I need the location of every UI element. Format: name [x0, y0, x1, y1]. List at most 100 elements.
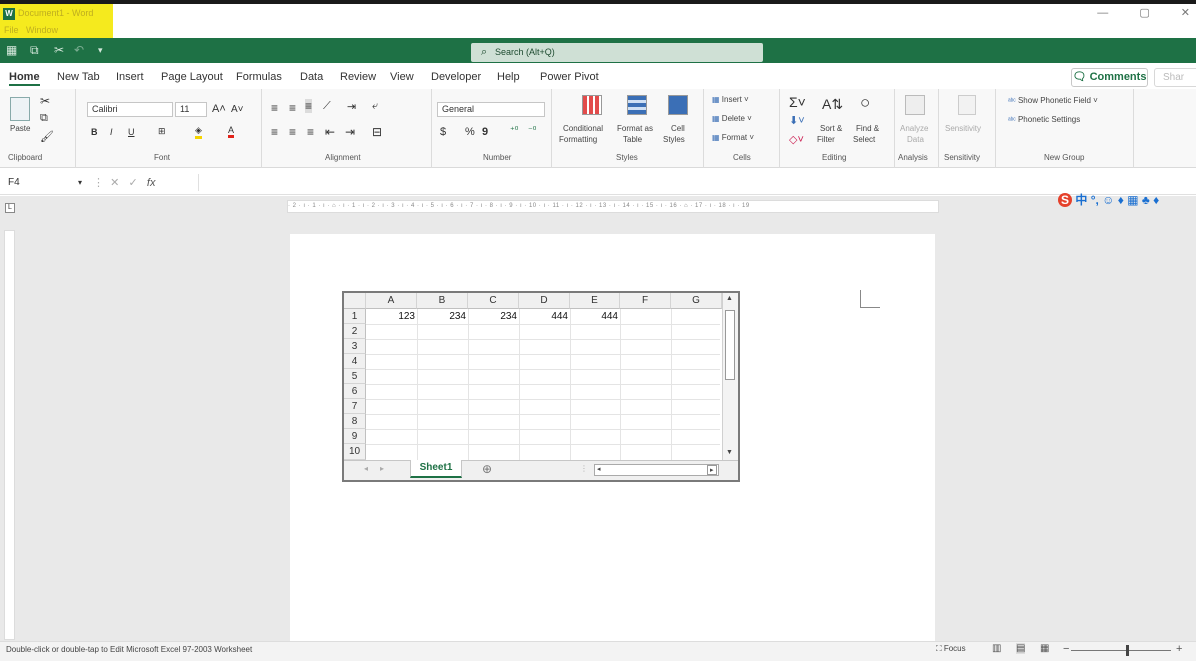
vertical-scroll-thumb[interactable] — [725, 310, 735, 380]
sensitivity-icon[interactable] — [958, 95, 976, 115]
customize-qat-icon[interactable]: ▾ — [98, 45, 103, 56]
select-all-corner[interactable] — [344, 293, 366, 309]
fill-icon[interactable]: ⬇˅ — [789, 114, 805, 127]
comments-button[interactable]: 🗨 Comments — [1071, 68, 1148, 87]
merge-center-icon[interactable]: ⊟ — [372, 125, 382, 139]
sheet-tab-sheet1[interactable]: Sheet1 — [410, 460, 462, 478]
grow-font-icon[interactable]: A˄ — [212, 103, 226, 115]
wrap-text-icon[interactable]: ⤶ — [372, 100, 378, 113]
tab-review[interactable]: Review — [340, 71, 376, 83]
add-sheet-button[interactable]: ⊕ — [482, 462, 492, 476]
bold-button[interactable]: B — [91, 127, 98, 137]
row-header[interactable]: 6 — [344, 384, 366, 399]
font-size-combo[interactable]: 11 — [175, 102, 207, 117]
increase-indent-icon[interactable]: ⇥ — [345, 125, 355, 139]
tab-insert[interactable]: Insert — [116, 71, 144, 83]
search-box[interactable]: ⌕ Search (Alt+Q) — [471, 43, 763, 62]
comma-button[interactable]: 9 — [482, 126, 488, 138]
column-header-c[interactable]: C — [468, 293, 519, 309]
sort-label-2[interactable]: Filter — [817, 135, 835, 144]
insert-cells-button[interactable]: ▦ Insert ˅ — [712, 95, 749, 104]
paste-button-label[interactable]: Paste — [10, 124, 30, 133]
column-header-d[interactable]: D — [519, 293, 570, 309]
embedded-excel-worksheet[interactable]: A B C D E F G 1 2 3 4 5 6 7 8 9 10 123 2… — [342, 291, 740, 482]
column-header-a[interactable]: A — [366, 293, 417, 309]
decrease-indent-icon[interactable]: ⇤ — [325, 125, 335, 139]
indent-icon[interactable]: ⇥ — [347, 100, 356, 113]
menu-window[interactable]: Window — [26, 25, 58, 35]
word-app-icon[interactable]: W — [3, 8, 15, 20]
row-header[interactable]: 8 — [344, 414, 366, 429]
align-right-icon[interactable]: ≡ — [307, 125, 314, 139]
currency-button[interactable]: $ — [440, 126, 446, 138]
cell-styles-label-1[interactable]: Cell — [671, 124, 685, 133]
zoom-slider-thumb[interactable] — [1126, 645, 1129, 656]
increase-decimal-icon[interactable]: ⁺⁰ — [510, 125, 518, 136]
conditional-formatting-label-2[interactable]: Formatting — [559, 135, 597, 144]
maximize-icon[interactable]: ▢ — [1139, 7, 1149, 19]
print-layout-icon[interactable]: ▤ — [1016, 643, 1026, 654]
copy-icon-ribbon[interactable]: ⧉ — [40, 112, 48, 125]
paste-clipboard-icon[interactable] — [10, 97, 30, 121]
row-header[interactable]: 7 — [344, 399, 366, 414]
align-left-icon[interactable]: ≡ — [271, 125, 278, 139]
tab-formulas[interactable]: Formulas — [236, 71, 282, 83]
zoom-out-button[interactable]: − — [1063, 643, 1069, 655]
show-phonetic-field-button[interactable]: ᵃᵇᶜ Show Phonetic Field ˅ — [1008, 96, 1098, 105]
cancel-icon[interactable]: ✕ — [110, 177, 119, 189]
font-color-icon[interactable]: A — [228, 125, 235, 138]
row-header[interactable]: 9 — [344, 429, 366, 444]
focus-button[interactable]: ⛶ Focus — [936, 644, 966, 654]
cell-e1[interactable]: 444 — [570, 311, 618, 322]
sheet-nav-prev-icon[interactable]: ◂ — [364, 464, 368, 473]
align-center-icon[interactable]: ≡ — [289, 125, 296, 139]
tab-help[interactable]: Help — [497, 71, 520, 83]
cell-styles-icon[interactable] — [668, 95, 688, 115]
cell-b1[interactable]: 234 — [417, 311, 466, 322]
column-header-g[interactable]: G — [671, 293, 722, 309]
row-header[interactable]: 1 — [344, 309, 366, 324]
align-top-icon[interactable]: ≡ — [271, 101, 278, 115]
minimize-icon[interactable]: — — [1097, 7, 1108, 19]
phonetic-settings-button[interactable]: ᵃᵇᶜ Phonetic Settings — [1008, 115, 1080, 124]
shrink-font-icon[interactable]: A˅ — [231, 104, 244, 115]
format-cells-button[interactable]: ▦ Format ˅ — [712, 133, 754, 142]
web-layout-icon[interactable]: ▦ — [1040, 643, 1049, 654]
name-box[interactable]: F4 ▾ — [4, 174, 92, 191]
autosave-icon[interactable]: ▦ — [6, 43, 17, 57]
tab-new-tab[interactable]: New Tab — [57, 71, 100, 83]
format-table-label-2[interactable]: Table — [623, 135, 642, 144]
tab-power-pivot[interactable]: Power Pivot — [540, 71, 599, 83]
insert-function-button[interactable]: fx — [147, 177, 156, 189]
format-as-table-icon[interactable] — [627, 95, 647, 115]
clear-icon[interactable]: ◇˅ — [789, 133, 804, 146]
share-button[interactable]: Shar — [1154, 68, 1196, 87]
formula-input[interactable] — [198, 174, 1194, 191]
find-select-icon[interactable]: ○ — [860, 93, 870, 113]
analyze-label-2[interactable]: Data — [907, 135, 924, 144]
row-header[interactable]: 2 — [344, 324, 366, 339]
analyze-label-1[interactable]: Analyze — [900, 124, 928, 133]
scroll-down-icon[interactable]: ▼ — [726, 449, 733, 456]
horizontal-ruler[interactable]: · 2 · ı · 1 · ı · ⌂ · ı · 1 · ı · 2 · ı … — [287, 200, 939, 213]
format-painter-icon[interactable]: 🖌 — [40, 130, 54, 143]
tab-data[interactable]: Data — [300, 71, 323, 83]
cell-a1[interactable]: 123 — [366, 311, 415, 322]
analyze-data-icon[interactable] — [905, 95, 925, 115]
find-label-1[interactable]: Find & — [856, 124, 879, 133]
conditional-formatting-label-1[interactable]: Conditional — [563, 124, 603, 133]
format-table-label-1[interactable]: Format as — [617, 124, 653, 133]
zoom-in-button[interactable]: + — [1176, 643, 1182, 655]
tab-split-handle[interactable]: ⋮ — [580, 464, 588, 473]
tab-view[interactable]: View — [390, 71, 414, 83]
find-label-2[interactable]: Select — [853, 135, 875, 144]
tab-selector-icon[interactable]: L — [5, 203, 15, 213]
ime-toolbar[interactable]: S 中 °, ☺ ♦ ▦ ♣ ♦ — [1058, 191, 1196, 208]
decrease-decimal-icon[interactable]: ⁻⁰ — [528, 125, 536, 136]
align-bottom-icon[interactable]: ≡ — [305, 99, 313, 113]
cell-styles-label-2[interactable]: Styles — [663, 135, 685, 144]
horizontal-scrollbar[interactable] — [594, 464, 719, 476]
sensitivity-button-label[interactable]: Sensitivity — [945, 124, 981, 133]
scroll-right-icon[interactable]: ▸ — [707, 465, 717, 475]
cut-icon[interactable]: ✂ — [54, 43, 64, 57]
